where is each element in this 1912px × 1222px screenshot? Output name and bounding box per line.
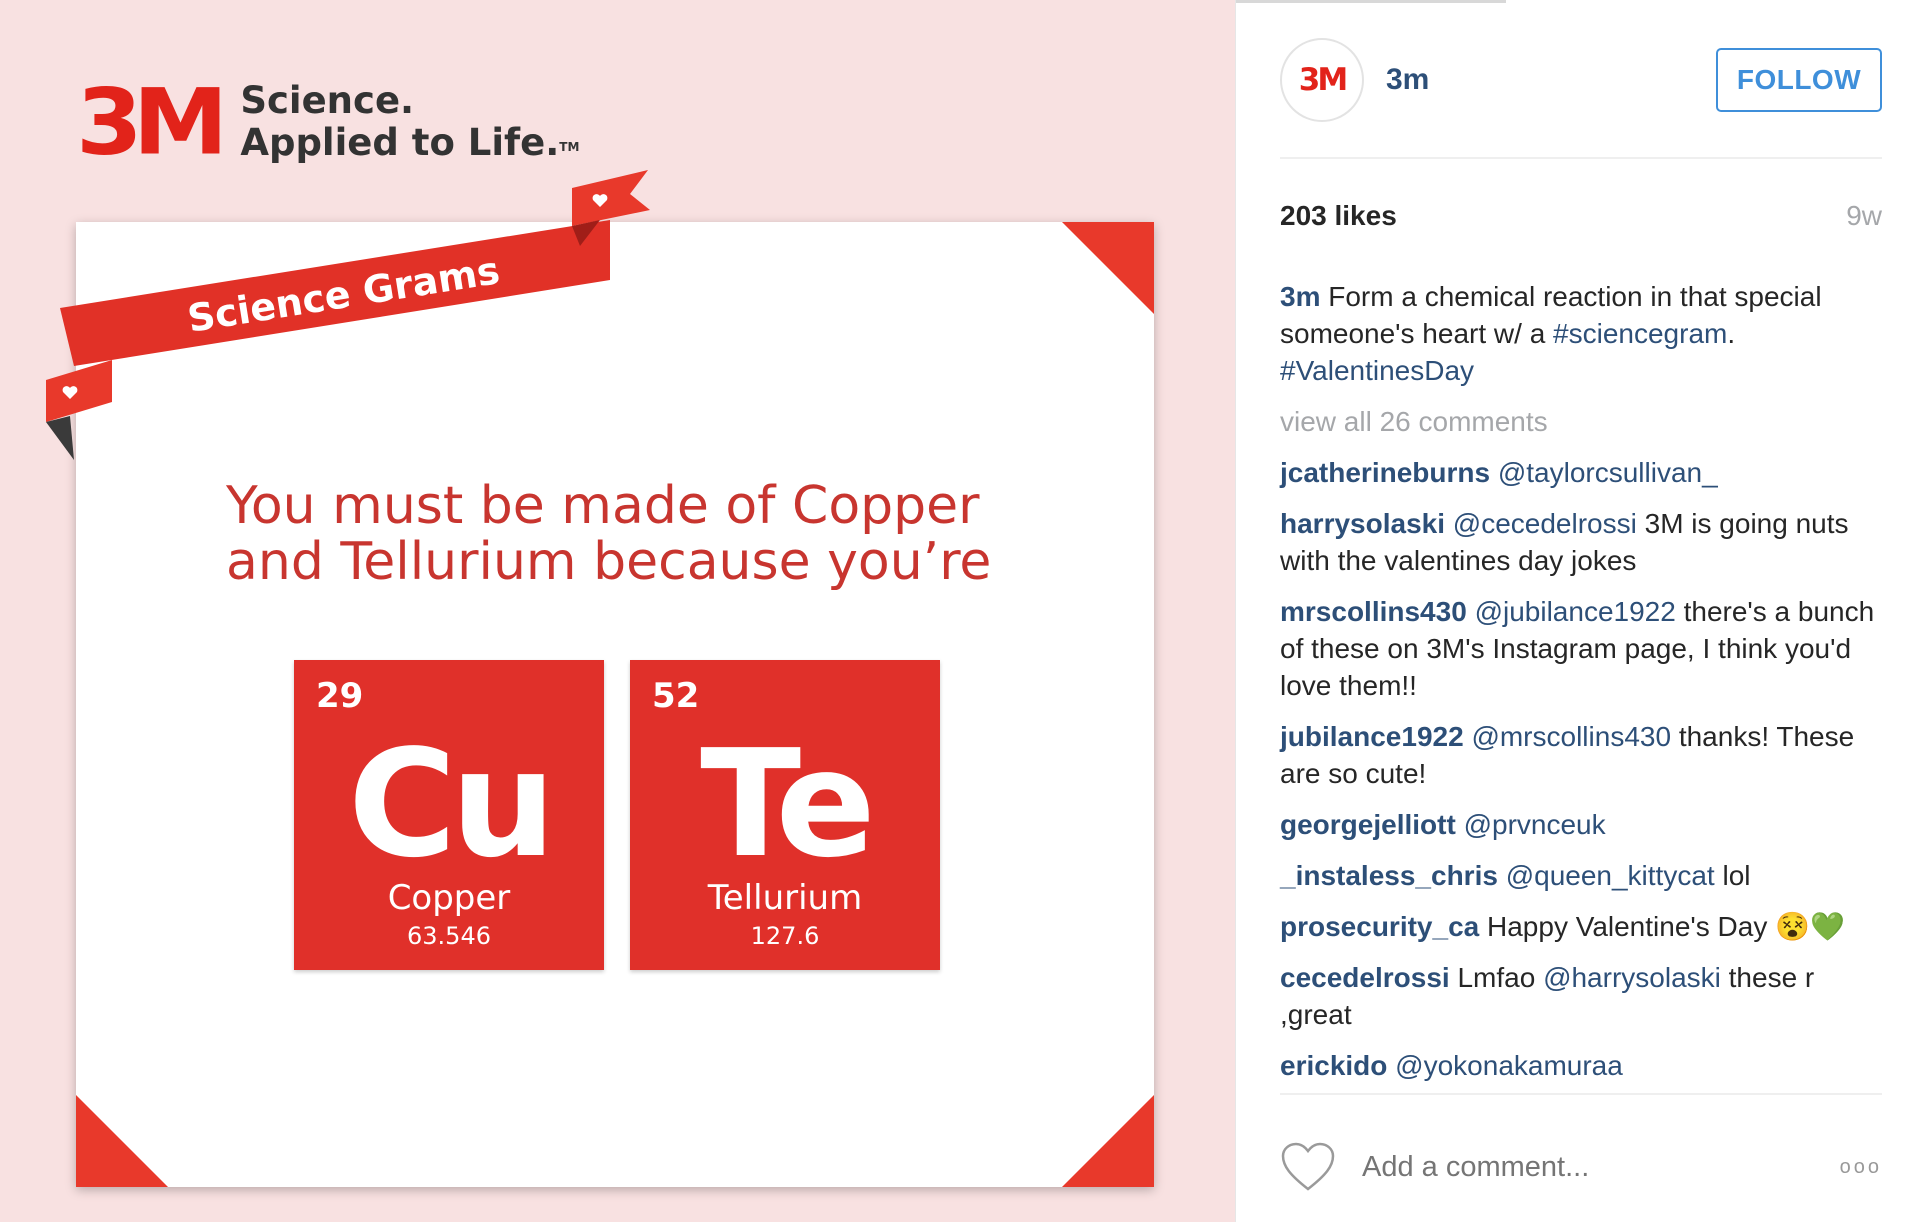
atomic-mass: 63.546 [407,922,491,950]
science-grams-ribbon: Science Grams [46,170,650,460]
comment-mention[interactable]: @prvnceuk [1464,809,1606,840]
comment-item: mrscollins430 @jubilance1922 there's a b… [1280,593,1882,704]
comment-mention[interactable]: @taylorcsullivan_ [1498,457,1718,488]
top-divider [1236,0,1506,3]
card-corner-bottom-right [1062,1095,1154,1187]
comment-username[interactable]: jubilance1922 [1280,721,1464,752]
divider [1280,157,1882,159]
comment-item: harrysolaski @cecedelrossi 3M is going n… [1280,505,1882,579]
comment-mention[interactable]: @yokonakamuraa [1395,1050,1623,1081]
element-symbol: Cu [348,718,556,890]
comment-username[interactable]: cecedelrossi [1280,962,1450,993]
avatar-logo: 3M [1298,62,1348,98]
caption-period: . [1727,318,1736,349]
comment-item: prosecurity_ca Happy Valentine's Day 😵💚 [1280,908,1882,945]
caption: 3m Form a chemical reaction in that spec… [1280,278,1882,389]
likes-count[interactable]: 203 likes [1280,200,1397,232]
comment-username[interactable]: georgejelliott [1280,809,1456,840]
likes-row: 203 likes 9w [1280,200,1882,232]
caption-username[interactable]: 3m [1280,281,1320,312]
caption-text: Form a chemical reaction in that special… [1280,281,1822,349]
comment-text: Happy Valentine's Day 😵💚 [1487,911,1845,942]
comment-mention[interactable]: @queen_kittycat [1506,860,1715,891]
brand-tagline-line1: Science. [240,79,415,122]
hashtag-link[interactable]: #sciencegram [1553,318,1727,349]
comment-username[interactable]: prosecurity_ca [1280,911,1479,942]
post-header: 3M 3m FOLLOW [1280,38,1882,122]
atomic-number: 29 [316,676,364,716]
post-age[interactable]: 9w [1846,200,1882,232]
comment-item: _instaless_chris @queen_kittycat lol [1280,857,1882,894]
headline-line2: and Tellurium because you’re [226,532,992,592]
follow-button[interactable]: FOLLOW [1716,48,1882,112]
brand-tagline-line2-text: Applied to Life. [240,121,560,164]
brand-tagline-line2: Applied to Life.TM [240,122,579,164]
comment-mention[interactable]: @jubilance1922 [1475,596,1676,627]
divider [1280,1093,1882,1095]
comment-username[interactable]: jcatherineburns [1280,457,1490,488]
comment-item: jcatherineburns @taylorcsullivan_ [1280,454,1882,491]
avatar[interactable]: 3M [1280,38,1364,122]
card-headline: You must be made of Copper and Tellurium… [226,478,1026,590]
comment-input[interactable] [1362,1150,1782,1184]
add-comment-row: ooo [1280,1138,1882,1196]
heart-icon[interactable] [1280,1141,1336,1193]
element-symbol: Te [700,718,876,890]
comment-username[interactable]: mrscollins430 [1280,596,1467,627]
comment-username[interactable]: harrysolaski [1280,508,1445,539]
comment-username[interactable]: _instaless_chris [1280,860,1498,891]
atomic-number: 52 [652,676,700,716]
brand-lockup: 3M Science. Applied to Life.TM [76,74,579,170]
ribbon-text: Science Grams [185,248,503,341]
view-all-comments-link[interactable]: view all 26 comments [1280,403,1882,440]
card-corner-bottom-left [76,1095,168,1187]
comment-text: lol [1722,860,1751,891]
comment-mention[interactable]: @cecedelrossi [1453,508,1637,539]
instagram-post-frame: 3M Science. Applied to Life.TM Science G… [0,0,1912,1222]
comment-text-pre: Lmfao [1457,962,1536,993]
brand-tagline: Science. Applied to Life.TM [240,80,579,164]
comment-item: erickido @yokonakamuraa [1280,1047,1882,1084]
comments-list: 3m Form a chemical reaction in that spec… [1280,278,1882,1098]
username-link[interactable]: 3m [1386,63,1429,97]
comment-mention[interactable]: @mrscollins430 [1471,721,1671,752]
ribbon-left-tab [46,360,112,422]
atomic-mass: 127.6 [750,922,820,950]
hashtag-link[interactable]: #ValentinesDay [1280,355,1474,386]
element-name: Copper [387,878,511,918]
comment-item: jubilance1922 @mrscollins430 thanks! The… [1280,718,1882,792]
comment-item: georgejelliott @prvnceuk [1280,806,1882,843]
trademark-mark: TM [559,140,580,154]
comment-item: cecedelrossi Lmfao @harrysolaski these r… [1280,959,1882,1033]
element-tile-tellurium: 52 Te Tellurium 127.6 [630,660,940,970]
comment-username[interactable]: erickido [1280,1050,1387,1081]
ribbon-right-tab [572,170,650,226]
headline-line1: You must be made of Copper [226,476,980,536]
more-options-icon[interactable]: ooo [1840,1156,1882,1179]
element-name: Tellurium [707,878,863,918]
brand-logo: 3M [76,68,228,176]
card-corner-top-right [1062,222,1154,314]
post-sidebar: 3M 3m FOLLOW 203 likes 9w 3m Form a chem… [1235,0,1912,1222]
post-image[interactable]: 3M Science. Applied to Life.TM Science G… [0,0,1235,1222]
comment-mention[interactable]: @harrysolaski [1543,962,1721,993]
ribbon-left-fold-shadow [46,416,74,460]
element-tile-copper: 29 Cu Copper 63.546 [294,660,604,970]
